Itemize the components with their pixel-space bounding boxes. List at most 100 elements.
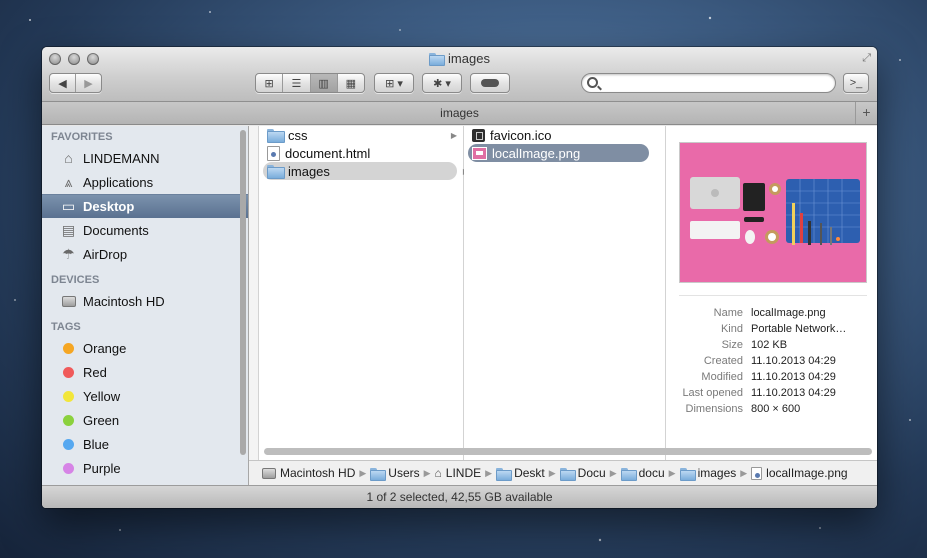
list-item-images[interactable]: images ▶ [263, 162, 469, 180]
png-file-icon [472, 146, 487, 160]
tab-bar: images + [42, 102, 877, 125]
path-item-docu[interactable]: docu [620, 466, 665, 481]
desktop-icon: ▭ [61, 198, 76, 214]
sidebar-item-macintosh-hd[interactable]: Macintosh HD [42, 289, 248, 313]
coverflow-view-icon: ▦ [345, 77, 357, 90]
disclosure-arrow-icon: ▶ [450, 130, 457, 140]
folder-icon [559, 467, 576, 481]
chevron-right-icon: ▶ [359, 467, 367, 478]
arrange-button[interactable]: ⊞ ▾ [374, 73, 414, 93]
sidebar-item-lindemann[interactable]: ⌂ LINDEMANN [42, 146, 248, 170]
coverflow-view-button[interactable]: ▦ [338, 74, 364, 92]
path-bar: Macintosh HD ▶ Users ▶ ⌂ LINDE ▶ Deskt ▶ … [249, 460, 877, 485]
folder-icon [679, 467, 696, 481]
sidebar-item-label: Green [83, 412, 120, 428]
forward-button[interactable]: ▶ [76, 74, 101, 92]
sidebar-item-label: LINDEMANN [83, 150, 160, 166]
orange-tag-icon [63, 342, 74, 354]
chevron-right-icon: ▶ [609, 467, 617, 478]
chevron-right-icon: ▶ [668, 467, 676, 478]
back-arrow-icon: ◀ [58, 77, 67, 90]
fullscreen-icon[interactable]: ⤢ [862, 52, 871, 65]
green-tag-icon [63, 414, 74, 426]
favorites-header: FAVORITES [51, 131, 113, 143]
sidebar-item-applications[interactable]: ⩓ Applications [42, 170, 248, 194]
arrange-icon: ⊞ ▾ [385, 77, 403, 90]
info-row-size: Size 102 KB [721, 339, 788, 351]
sidebar-item-label: Macintosh HD [83, 293, 165, 309]
icon-view-button[interactable]: ⊞ [256, 74, 284, 92]
action-button[interactable]: ✱ ▾ [422, 73, 462, 93]
info-row-name: Name localImage.png [713, 307, 826, 319]
path-item-documents[interactable]: Docu [559, 466, 606, 481]
list-view-icon: ☰ [291, 77, 302, 90]
column-gutter [249, 126, 259, 492]
sidebar-tag-orange[interactable]: Orange [42, 336, 248, 360]
preview-thumbnail-image [690, 177, 860, 245]
column-view-icon: ▥ [318, 77, 329, 90]
sidebar-tag-yellow[interactable]: Yellow [42, 384, 248, 408]
path-item-localimage[interactable]: localImage.png [751, 466, 848, 480]
list-item-localimage[interactable]: localImage.png [468, 144, 649, 162]
tag-icon [481, 79, 499, 87]
list-view-button[interactable]: ☰ [283, 74, 311, 92]
sidebar-item-label: Desktop [83, 199, 135, 214]
terminal-icon: >_ [849, 77, 863, 89]
sidebar-item-documents[interactable]: ▤ Documents [42, 218, 248, 242]
tags-button[interactable] [470, 73, 510, 93]
tab-title[interactable]: images [440, 106, 479, 120]
sidebar-scrollbar[interactable] [240, 130, 246, 455]
horizontal-scrollbar[interactable] [264, 448, 872, 455]
terminal-button[interactable]: >_ [843, 73, 869, 93]
item-label: images [288, 163, 330, 179]
status-bar: 1 of 2 selected, 42,55 GB available [42, 485, 877, 508]
icon-view-icon: ⊞ [264, 77, 274, 90]
finder-window: images ⤢ ◀ ▶ ⊞ ☰ ▥ ▦ ⊞ ▾ ✱ ▾ >_ images +… [42, 47, 877, 508]
airdrop-icon: ☂ [62, 245, 75, 262]
folder-icon [267, 129, 285, 143]
blue-tag-icon [63, 438, 74, 450]
folder-icon [267, 165, 285, 179]
sidebar-item-airdrop[interactable]: ☂ AirDrop [42, 242, 248, 266]
sidebar-tag-blue[interactable]: Blue [42, 432, 248, 456]
list-item-document-html[interactable]: document.html [259, 144, 463, 162]
red-tag-icon [63, 366, 74, 378]
info-row-last-opened: Last opened 11.10.2013 04:29 [682, 387, 836, 399]
search-field[interactable] [581, 73, 836, 93]
gear-icon: ✱ ▾ [433, 77, 451, 90]
sidebar-item-label: Red [83, 364, 107, 380]
sidebar-item-desktop[interactable]: ▭ Desktop [42, 194, 248, 218]
html-file-icon [267, 145, 280, 161]
harddisk-icon [60, 293, 77, 309]
info-divider [679, 295, 867, 296]
search-icon [587, 77, 598, 88]
sidebar-item-label: Purple [83, 460, 121, 476]
back-button[interactable]: ◀ [50, 74, 76, 92]
chevron-right-icon: ▶ [423, 467, 431, 478]
path-item-home[interactable]: ⌂ LINDE [435, 466, 482, 480]
column-view-button[interactable]: ▥ [310, 74, 338, 92]
yellow-tag-icon [63, 390, 74, 402]
folder-icon [370, 467, 387, 481]
sidebar-item-label: Yellow [83, 388, 121, 404]
path-item-desktop[interactable]: Deskt [496, 466, 545, 481]
column-1: css ▶ document.html images ▶ || [259, 126, 469, 492]
path-item-macintosh-hd[interactable]: Macintosh HD [262, 466, 355, 480]
chevron-right-icon: ▶ [740, 467, 748, 478]
path-item-users[interactable]: Users [370, 466, 420, 481]
image-preview [679, 142, 867, 283]
item-label: localImage.png [492, 145, 581, 161]
sidebar-tag-green[interactable]: Green [42, 408, 248, 432]
info-row-modified: Modified 11.10.2013 04:29 [701, 371, 836, 383]
devices-header: DEVICES [51, 274, 100, 286]
new-tab-button[interactable]: + [855, 102, 877, 124]
item-label: document.html [285, 145, 371, 161]
path-item-images[interactable]: images [679, 466, 736, 481]
sidebar-tag-red[interactable]: Red [42, 360, 248, 384]
list-item-css[interactable]: css ▶ [259, 126, 463, 144]
tags-header: TAGS [51, 321, 81, 333]
column-2: favicon.ico localImage.png || || [454, 126, 666, 492]
title-bar[interactable]: images ⤢ ◀ ▶ ⊞ ☰ ▥ ▦ ⊞ ▾ ✱ ▾ >_ [42, 47, 877, 102]
list-item-favicon[interactable]: favicon.ico [464, 126, 665, 144]
sidebar-tag-purple[interactable]: Purple [42, 456, 248, 480]
